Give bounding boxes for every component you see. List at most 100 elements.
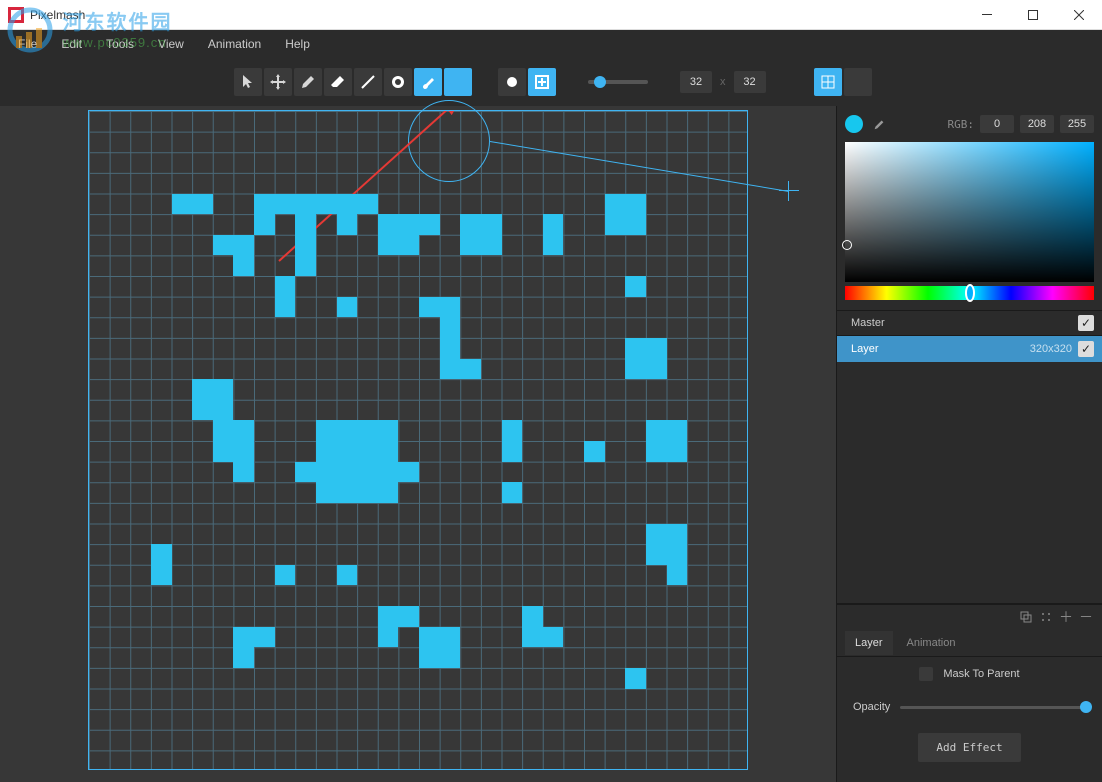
- opacity-slider[interactable]: [900, 706, 1086, 709]
- pixel: [337, 297, 358, 318]
- grid-secondary[interactable]: [844, 68, 872, 96]
- canvas-height-input[interactable]: [734, 71, 766, 93]
- canvas-width-input[interactable]: [680, 71, 712, 93]
- tool-pointer[interactable]: [234, 68, 262, 96]
- add-layer-button[interactable]: ＋: [1058, 609, 1074, 625]
- tool-move[interactable]: [264, 68, 292, 96]
- add-effect-button[interactable]: Add Effect: [918, 733, 1020, 762]
- sv-cursor[interactable]: [842, 240, 852, 250]
- tool-line[interactable]: [354, 68, 382, 96]
- pixel: [233, 462, 254, 483]
- remove-layer-button[interactable]: －: [1078, 609, 1094, 625]
- tab-layer[interactable]: Layer: [845, 631, 893, 655]
- menu-animation[interactable]: Animation: [198, 33, 271, 55]
- pixel: [419, 627, 460, 668]
- pixel: [172, 194, 193, 215]
- pixel: [254, 214, 275, 235]
- pixel: [419, 214, 440, 235]
- pixel: [254, 194, 357, 215]
- mask-to-parent-checkbox[interactable]: [919, 667, 933, 681]
- hue-cursor[interactable]: [965, 284, 975, 302]
- pixel: [192, 379, 233, 420]
- menu-file[interactable]: File: [8, 33, 47, 55]
- tool-bucket[interactable]: [384, 68, 412, 96]
- pixel: [233, 647, 254, 668]
- pixel: [502, 420, 523, 461]
- tool-color-swatch[interactable]: [444, 68, 472, 96]
- properties-section: ＋ － Layer Animation Mask To Parent Opaci…: [837, 603, 1102, 782]
- pixel: [646, 420, 687, 461]
- layer-master-visible-checkbox[interactable]: ✓: [1078, 315, 1094, 331]
- mask-to-parent-row: Mask To Parent: [837, 657, 1102, 691]
- opacity-label: Opacity: [853, 701, 890, 713]
- tab-animation[interactable]: Animation: [897, 631, 966, 655]
- pixel: [605, 194, 646, 235]
- rgb-r-input[interactable]: [980, 115, 1014, 133]
- brush-shape-square[interactable]: [528, 68, 556, 96]
- pixel: [316, 420, 399, 503]
- minimize-button[interactable]: [964, 0, 1010, 29]
- pixel: [275, 565, 296, 586]
- pixel: [625, 338, 666, 379]
- tool-eraser[interactable]: [324, 68, 352, 96]
- layer-visible-checkbox[interactable]: ✓: [1078, 341, 1094, 357]
- pixel: [151, 544, 172, 585]
- menu-help[interactable]: Help: [275, 33, 320, 55]
- current-color-swatch[interactable]: [845, 115, 863, 133]
- eyedropper-button[interactable]: [869, 114, 889, 134]
- pixel: [357, 194, 378, 215]
- window-title: Pixelmash: [30, 8, 85, 22]
- layer-options-button[interactable]: [1038, 609, 1054, 625]
- property-tabs: Layer Animation: [837, 629, 1102, 657]
- pixel: [192, 194, 213, 215]
- pixel: [419, 297, 460, 318]
- layer-name: Layer: [845, 343, 1030, 355]
- pixel-canvas[interactable]: [88, 110, 748, 770]
- menu-edit[interactable]: Edit: [51, 33, 92, 55]
- pixel: [502, 482, 523, 503]
- layer-master-label: Master: [845, 317, 1078, 329]
- pixel: [625, 668, 646, 689]
- saturation-value-box[interactable]: [845, 142, 1094, 282]
- canvas-area[interactable]: [0, 106, 836, 782]
- pixel: [295, 214, 316, 235]
- rgb-b-input[interactable]: [1060, 115, 1094, 133]
- right-panel: RGB: Master ✓ Layer 320x320 ✓: [836, 106, 1102, 782]
- pixel: [378, 627, 399, 648]
- titlebar: Pixelmash: [0, 0, 1102, 30]
- pixel: [522, 606, 543, 647]
- window-controls: [964, 0, 1102, 29]
- maximize-button[interactable]: [1010, 0, 1056, 29]
- grid-toggle[interactable]: [814, 68, 842, 96]
- pixel: [543, 214, 564, 255]
- pixel: [398, 462, 419, 483]
- tool-brush[interactable]: [414, 68, 442, 96]
- brush-size-slider[interactable]: [588, 80, 648, 84]
- menu-tools[interactable]: Tools: [96, 33, 144, 55]
- opacity-row: Opacity: [837, 691, 1102, 723]
- brush-shape-circle[interactable]: [498, 68, 526, 96]
- menu-view[interactable]: View: [148, 33, 194, 55]
- tool-group-main: [234, 68, 472, 96]
- pixel: [460, 214, 501, 255]
- pixel: [233, 235, 254, 256]
- layer-master-row[interactable]: Master ✓: [837, 310, 1102, 336]
- layer-row[interactable]: Layer 320x320 ✓: [837, 336, 1102, 362]
- tool-pencil[interactable]: [294, 68, 322, 96]
- tool-group-grid: [814, 68, 872, 96]
- layers-section: Master ✓ Layer 320x320 ✓: [837, 310, 1102, 362]
- pixel: [295, 235, 316, 276]
- duplicate-layer-button[interactable]: [1018, 609, 1034, 625]
- pixel: [337, 565, 358, 586]
- pixel: [646, 524, 687, 565]
- hue-slider[interactable]: [845, 286, 1094, 300]
- color-picker-section: RGB:: [837, 106, 1102, 300]
- pixel: [213, 235, 234, 256]
- close-button[interactable]: [1056, 0, 1102, 29]
- pixel: [378, 214, 419, 255]
- rgb-g-input[interactable]: [1020, 115, 1054, 133]
- menubar: File Edit Tools View Animation Help: [0, 30, 1102, 58]
- pixel: [667, 565, 688, 586]
- pixel: [337, 214, 358, 235]
- pixel: [543, 627, 564, 648]
